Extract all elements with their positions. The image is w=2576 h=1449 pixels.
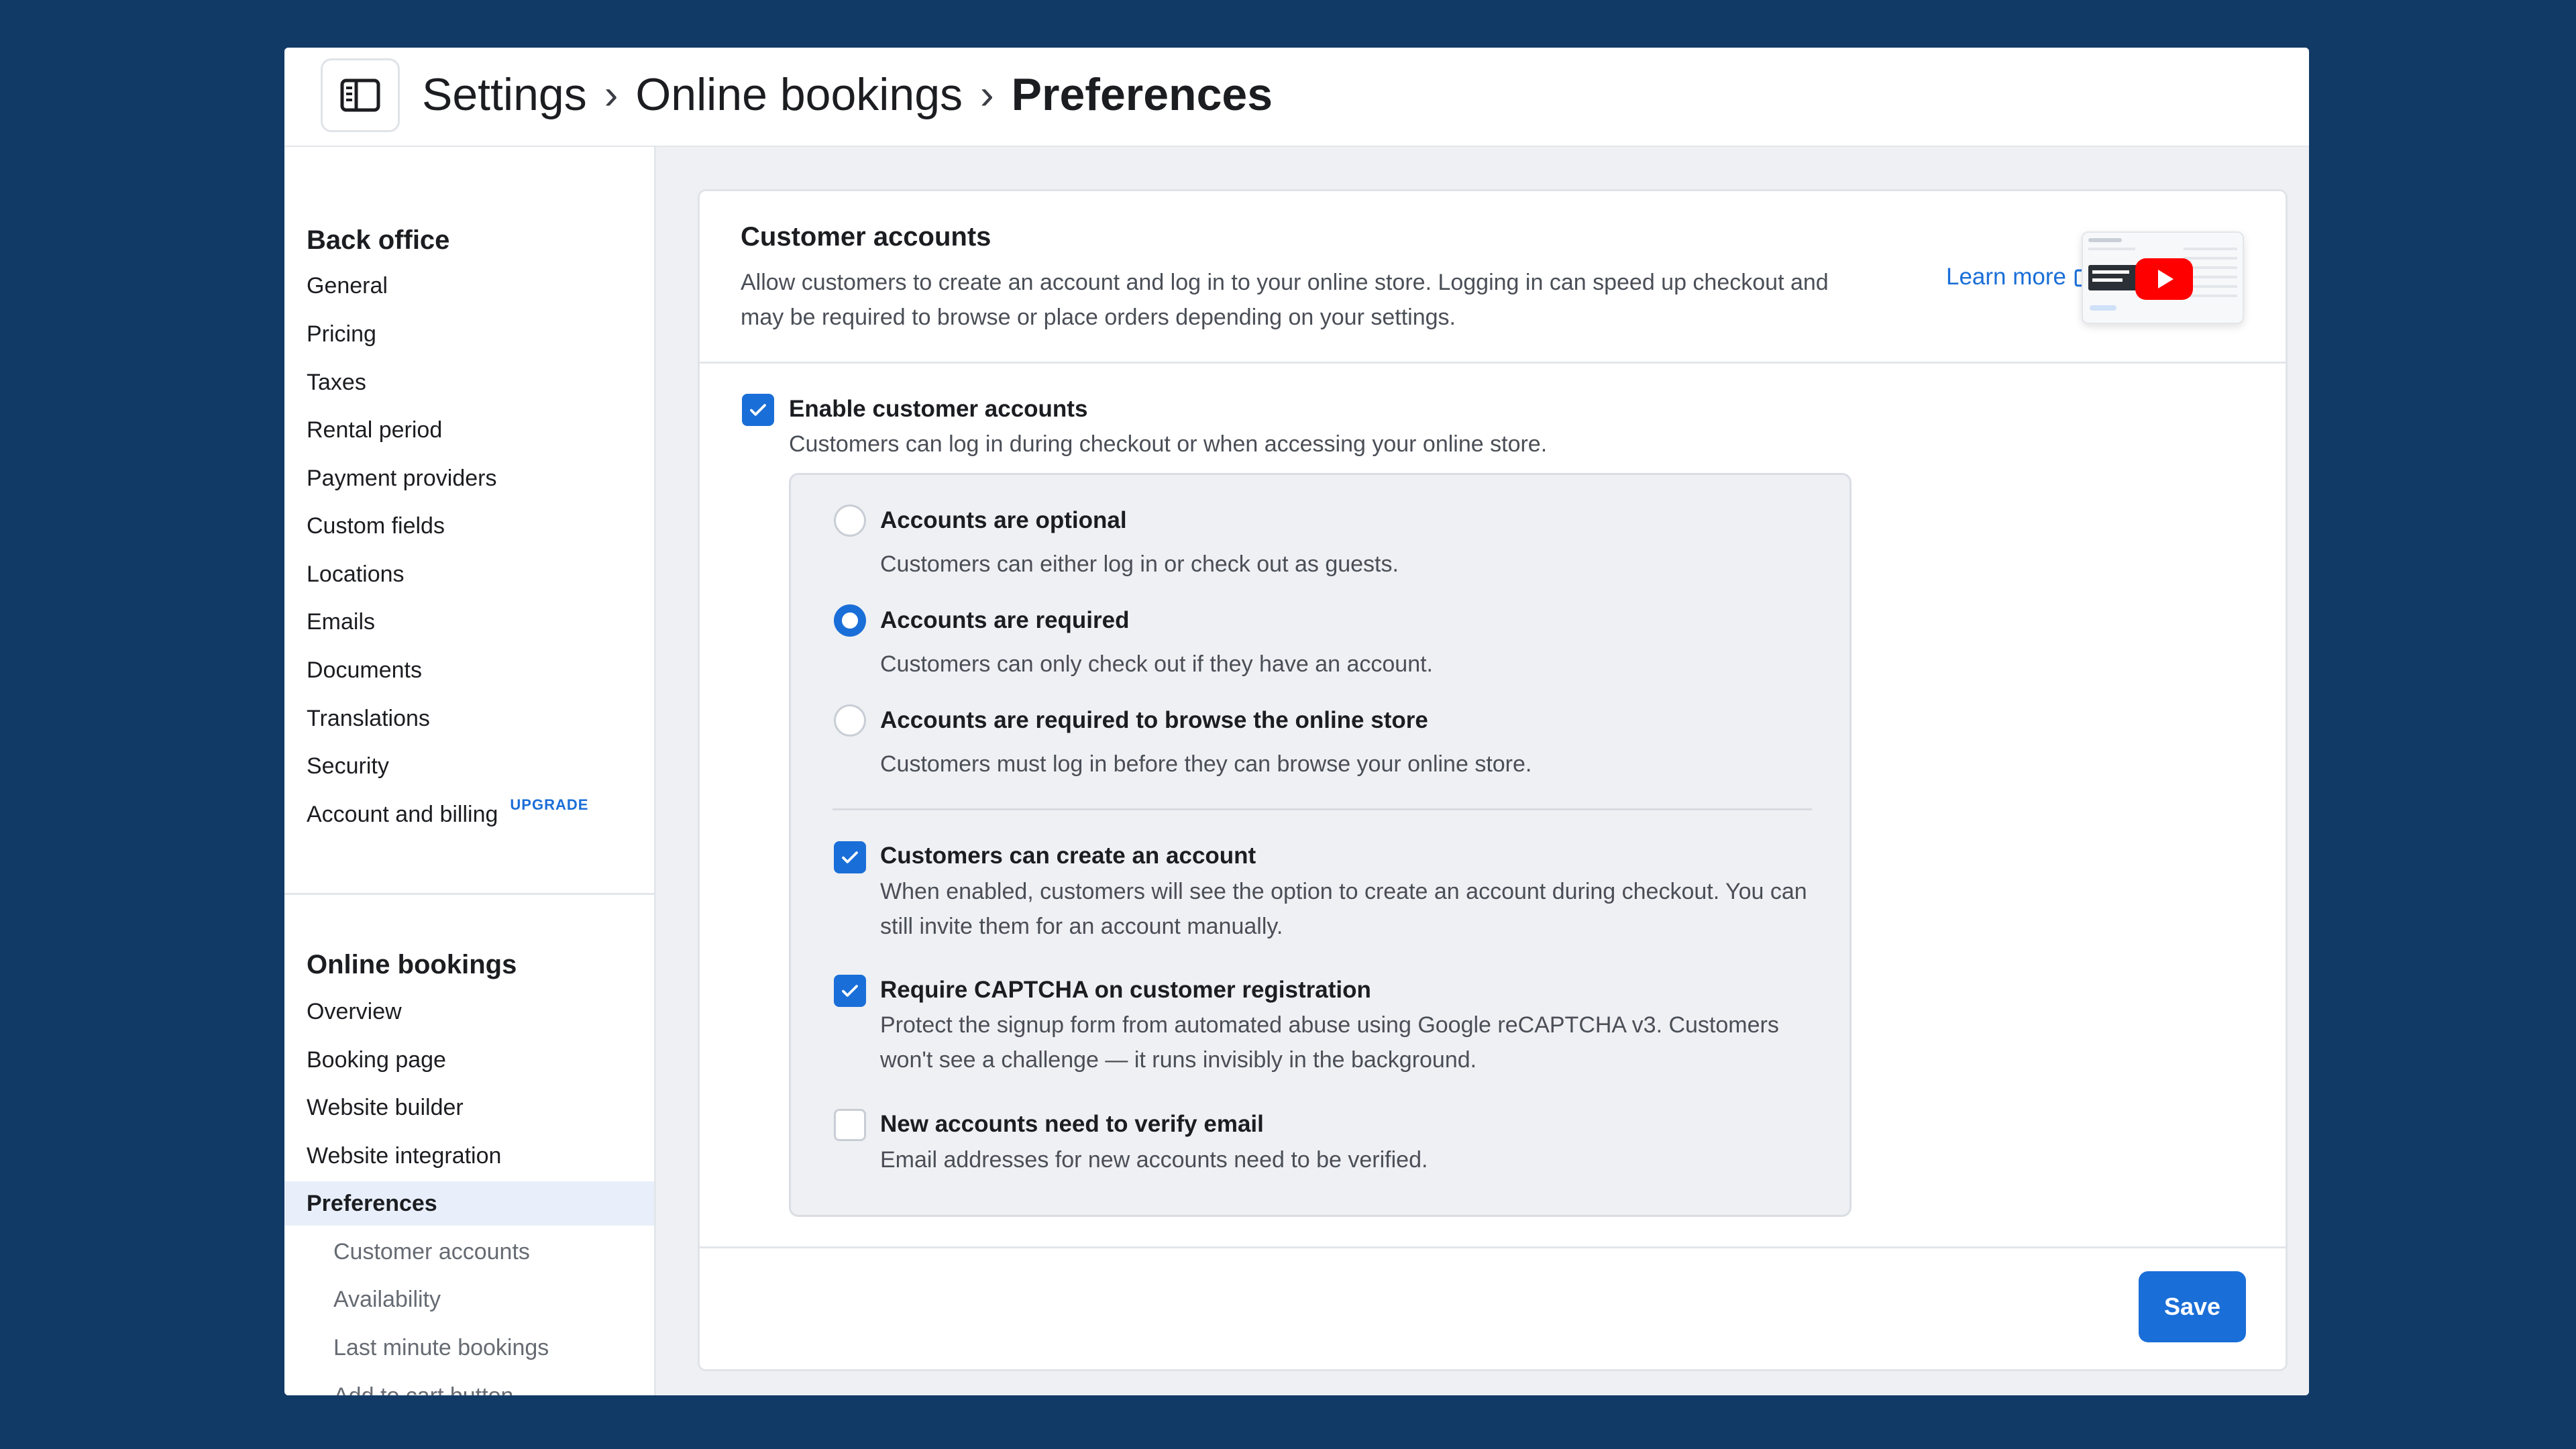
- sidebar-subitem-customer-accounts[interactable]: Customer accounts: [284, 1230, 654, 1274]
- sidebar-item-label: Availability: [333, 1286, 441, 1312]
- sidebar-item-label: Last minute bookings: [333, 1334, 549, 1360]
- sidebar-item-label: Taxes: [307, 369, 366, 395]
- accounts-required-description: Customers can only check out if they hav…: [880, 651, 1434, 677]
- sidebar-item-label: Rental period: [307, 417, 443, 443]
- sidebar-item-pricing[interactable]: Pricing: [284, 312, 654, 356]
- verify-email-label: New accounts need to verify email: [880, 1111, 1264, 1137]
- learn-more-link[interactable]: Learn more: [1946, 264, 2096, 290]
- sidebar-item-payment-providers[interactable]: Payment providers: [284, 456, 654, 500]
- radio-accounts-required[interactable]: [834, 604, 866, 637]
- upgrade-badge: UPGRADE: [510, 796, 589, 813]
- breadcrumb-online-bookings[interactable]: Online bookings: [635, 68, 963, 121]
- sidebar-item-label: Locations: [307, 561, 405, 587]
- require-captcha-label: Require CAPTCHA on customer registration: [880, 977, 1371, 1003]
- breadcrumb: Settings › Online bookings › Preferences: [422, 68, 1273, 121]
- sidebar: Back office General Pricing Taxes Rental…: [284, 147, 656, 1395]
- checkmark-icon: [842, 851, 858, 863]
- sidebar-subitem-add-to-cart-button[interactable]: Add to cart button: [284, 1374, 654, 1396]
- accounts-required-browse-label: Accounts are required to browse the onli…: [880, 707, 1428, 733]
- learn-more-label: Learn more: [1946, 264, 2066, 290]
- accounts-required-label: Accounts are required: [880, 607, 1130, 633]
- sidebar-item-documents[interactable]: Documents: [284, 648, 654, 692]
- sidebar-divider: [284, 893, 654, 895]
- customer-accounts-card: Customer accounts Allow customers to cre…: [698, 189, 2288, 1371]
- card-title: Customer accounts: [741, 222, 991, 252]
- sidebar-item-locations[interactable]: Locations: [284, 552, 654, 596]
- accounts-required-browse-description: Customers must log in before they can br…: [880, 751, 1532, 777]
- sidebar-item-label: Booking page: [307, 1046, 446, 1073]
- sidebar-item-custom-fields[interactable]: Custom fields: [284, 504, 654, 548]
- accounts-optional-label: Accounts are optional: [880, 507, 1127, 533]
- sidebar-item-emails[interactable]: Emails: [284, 600, 654, 644]
- save-button[interactable]: Save: [2139, 1271, 2246, 1342]
- sidebar-item-label: Preferences: [307, 1190, 437, 1216]
- sidebar-item-rental-period[interactable]: Rental period: [284, 408, 654, 452]
- sidebar-item-preferences[interactable]: Preferences: [284, 1181, 654, 1226]
- customers-create-account-checkbox[interactable]: [834, 841, 866, 873]
- sidebar-item-account-and-billing[interactable]: Account and billing UPGRADE: [284, 792, 654, 837]
- checkmark-icon: [750, 404, 766, 416]
- sidebar-item-translations[interactable]: Translations: [284, 696, 654, 741]
- breadcrumb-separator: ›: [604, 71, 619, 118]
- breadcrumb-current: Preferences: [1011, 69, 1273, 120]
- sidebar-item-booking-page[interactable]: Booking page: [284, 1038, 654, 1082]
- breadcrumb-separator: ›: [980, 71, 994, 118]
- sidebar-item-label: Emails: [307, 608, 376, 635]
- account-settings-panel: Accounts are optional Customers can eith…: [789, 473, 1851, 1217]
- sidebar-item-label: Security: [307, 753, 389, 779]
- card-description: Allow customers to create an account and…: [741, 270, 1829, 330]
- card-footer-divider: [700, 1246, 2286, 1248]
- customers-create-account-description: When enabled, customers will see the opt…: [880, 879, 1807, 939]
- sidebar-heading-online-bookings: Online bookings: [307, 950, 517, 979]
- sidebar-heading-back-office: Back office: [307, 225, 450, 255]
- sidebar-item-label: Website integration: [307, 1142, 502, 1169]
- sidebar-item-label: General: [307, 272, 388, 299]
- checkmark-icon: [842, 985, 858, 997]
- require-captcha-checkbox[interactable]: [834, 975, 866, 1007]
- settings-window: Settings › Online bookings › Preferences…: [284, 48, 2309, 1395]
- sidebar-panel-icon: [340, 78, 380, 112]
- sidebar-subitem-availability[interactable]: Availability: [284, 1277, 654, 1322]
- accounts-optional-description: Customers can either log in or check out…: [880, 551, 1399, 577]
- sidebar-item-label: Account and billing: [307, 801, 498, 827]
- sidebar-item-label: Overview: [307, 998, 402, 1024]
- sidebar-item-label: Payment providers: [307, 465, 497, 491]
- sidebar-item-label: Documents: [307, 657, 422, 683]
- main-content: Customer accounts Allow customers to cre…: [656, 147, 2309, 1395]
- enable-customer-accounts-label: Enable customer accounts: [789, 396, 1088, 422]
- verify-email-checkbox[interactable]: [834, 1109, 866, 1141]
- play-icon: [2135, 258, 2193, 300]
- sidebar-item-label: Custom fields: [307, 513, 445, 539]
- sidebar-item-label: Add to cart button: [333, 1383, 513, 1396]
- sidebar-toggle-button[interactable]: [321, 58, 400, 132]
- customers-create-account-label: Customers can create an account: [880, 843, 1256, 869]
- sidebar-item-overview[interactable]: Overview: [284, 989, 654, 1034]
- sidebar-item-label: Website builder: [307, 1094, 464, 1120]
- radio-accounts-optional[interactable]: [834, 504, 866, 537]
- enable-customer-accounts-checkbox[interactable]: [742, 394, 774, 426]
- sidebar-item-taxes[interactable]: Taxes: [284, 360, 654, 405]
- require-captcha-description: Protect the signup form from automated a…: [880, 1012, 1779, 1073]
- sidebar-subitem-last-minute-bookings[interactable]: Last minute bookings: [284, 1326, 654, 1370]
- breadcrumb-settings[interactable]: Settings: [422, 68, 587, 121]
- card-header-divider: [700, 362, 2286, 364]
- sidebar-item-label: Customer accounts: [333, 1238, 530, 1265]
- enable-customer-accounts-description: Customers can log in during checkout or …: [789, 431, 1548, 457]
- video-thumbnail[interactable]: [2082, 231, 2244, 324]
- sidebar-item-security[interactable]: Security: [284, 744, 654, 788]
- sidebar-item-label: Translations: [307, 705, 430, 731]
- sidebar-item-website-integration[interactable]: Website integration: [284, 1134, 654, 1178]
- top-bar: Settings › Online bookings › Preferences: [284, 48, 2309, 147]
- sidebar-item-website-builder[interactable]: Website builder: [284, 1085, 654, 1130]
- sidebar-item-label: Pricing: [307, 321, 376, 347]
- panel-divider: [833, 808, 1812, 810]
- radio-accounts-required-browse[interactable]: [834, 704, 866, 737]
- verify-email-description: Email addresses for new accounts need to…: [880, 1147, 1428, 1173]
- sidebar-item-general[interactable]: General: [284, 264, 654, 308]
